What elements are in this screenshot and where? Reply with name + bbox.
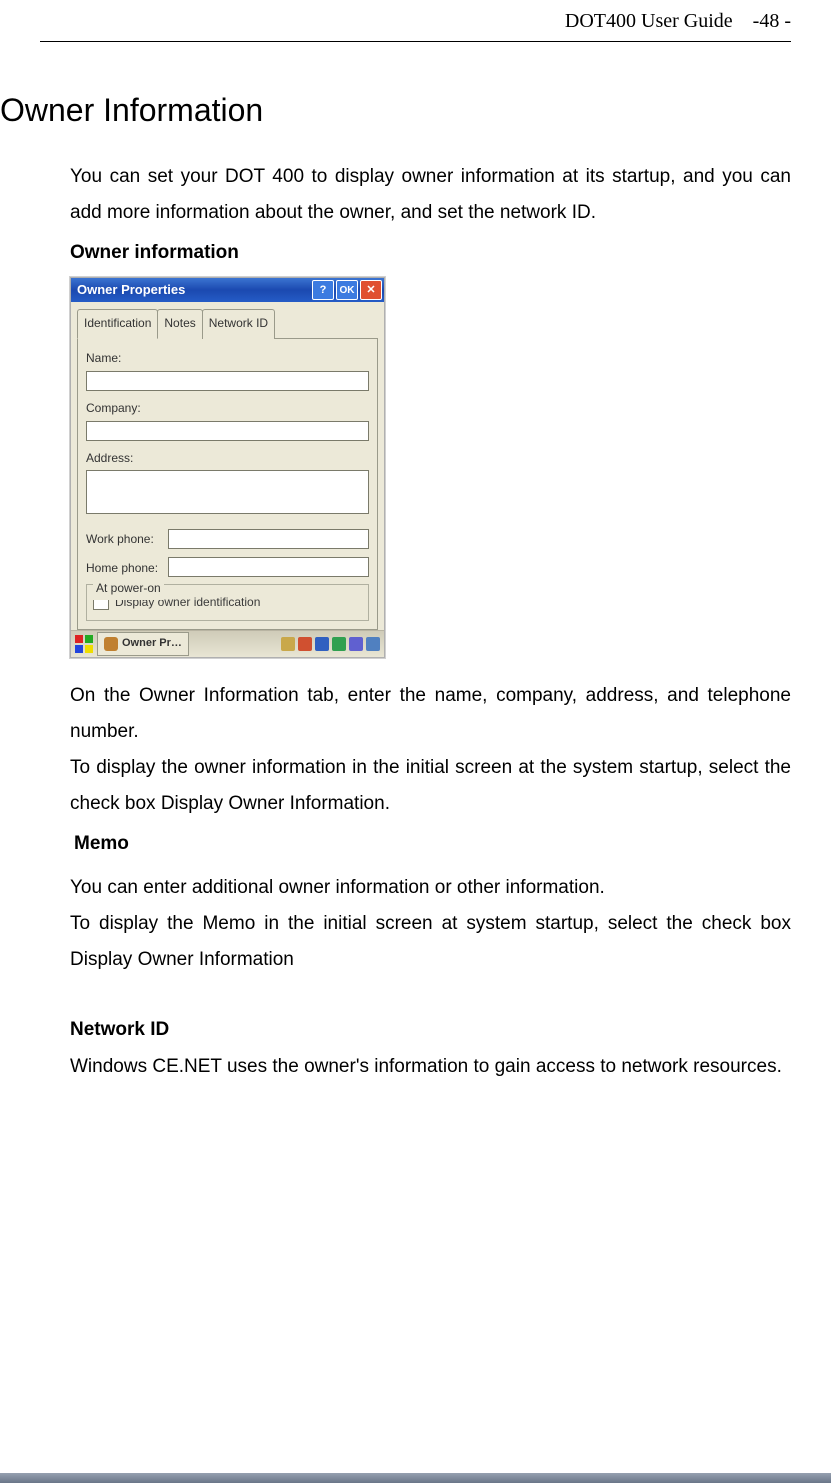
work-phone-label: Work phone: bbox=[86, 528, 164, 551]
tab-strip: Identification Notes Network ID bbox=[71, 302, 384, 338]
window-title: Owner Properties bbox=[77, 278, 310, 303]
memo-paragraph-2: To display the Memo in the initial scree… bbox=[70, 906, 791, 978]
doc-title: DOT400 User Guide bbox=[565, 10, 733, 33]
system-tray bbox=[281, 637, 380, 651]
tray-icon[interactable] bbox=[315, 637, 329, 651]
owner-properties-screenshot: Owner Properties ? OK ✕ Identification N… bbox=[70, 277, 385, 657]
tray-icon[interactable] bbox=[298, 637, 312, 651]
company-input[interactable] bbox=[86, 421, 369, 441]
power-on-group: At power-on Display owner identification bbox=[86, 584, 369, 621]
network-id-body: Windows CE.NET uses the owner's informat… bbox=[70, 1049, 791, 1085]
people-icon bbox=[104, 637, 118, 651]
section-title: Owner Information bbox=[0, 92, 791, 129]
address-input[interactable] bbox=[86, 470, 369, 514]
window-titlebar: Owner Properties ? OK ✕ bbox=[71, 278, 384, 302]
memo-paragraph-1: You can enter additional owner informati… bbox=[70, 870, 791, 906]
group-legend: At power-on bbox=[93, 577, 164, 600]
name-input[interactable] bbox=[86, 371, 369, 391]
tray-icon[interactable] bbox=[349, 637, 363, 651]
page: DOT400 User Guide -48 - Owner Informatio… bbox=[0, 0, 831, 1483]
tray-icon[interactable] bbox=[366, 637, 380, 651]
tab-identification[interactable]: Identification bbox=[77, 309, 158, 339]
company-label: Company: bbox=[86, 397, 369, 420]
tray-icon[interactable] bbox=[332, 637, 346, 651]
address-label: Address: bbox=[86, 447, 369, 470]
home-phone-input[interactable] bbox=[168, 557, 369, 577]
taskbar: Owner Pr… bbox=[71, 630, 384, 657]
help-button[interactable]: ? bbox=[312, 280, 334, 300]
network-id-heading: Network ID bbox=[70, 1012, 791, 1048]
work-phone-input[interactable] bbox=[168, 529, 369, 549]
intro-paragraph: You can set your DOT 400 to display owne… bbox=[70, 159, 791, 231]
paragraph-tab-instructions: On the Owner Information tab, enter the … bbox=[70, 678, 791, 750]
tab-notes[interactable]: Notes bbox=[157, 309, 202, 339]
content-area: Owner Information You can set your DOT 4… bbox=[40, 42, 791, 1085]
paragraph-display-info: To display the owner information in the … bbox=[70, 750, 791, 822]
tab-panel: Name: Company: Address: Work phone: Home… bbox=[77, 338, 378, 630]
taskbar-button[interactable]: Owner Pr… bbox=[97, 632, 189, 656]
tab-network-id[interactable]: Network ID bbox=[202, 309, 275, 339]
ok-button[interactable]: OK bbox=[336, 280, 358, 300]
page-header: DOT400 User Guide -48 - bbox=[40, 0, 791, 42]
start-icon[interactable] bbox=[75, 635, 93, 653]
memo-heading: Memo bbox=[74, 826, 791, 862]
owner-info-heading: Owner information bbox=[70, 235, 791, 271]
page-number: -48 - bbox=[753, 10, 791, 33]
name-label: Name: bbox=[86, 347, 369, 370]
close-button[interactable]: ✕ bbox=[360, 280, 382, 300]
footer-bar bbox=[0, 1473, 831, 1483]
tray-icon[interactable] bbox=[281, 637, 295, 651]
taskbar-button-label: Owner Pr… bbox=[122, 633, 182, 654]
